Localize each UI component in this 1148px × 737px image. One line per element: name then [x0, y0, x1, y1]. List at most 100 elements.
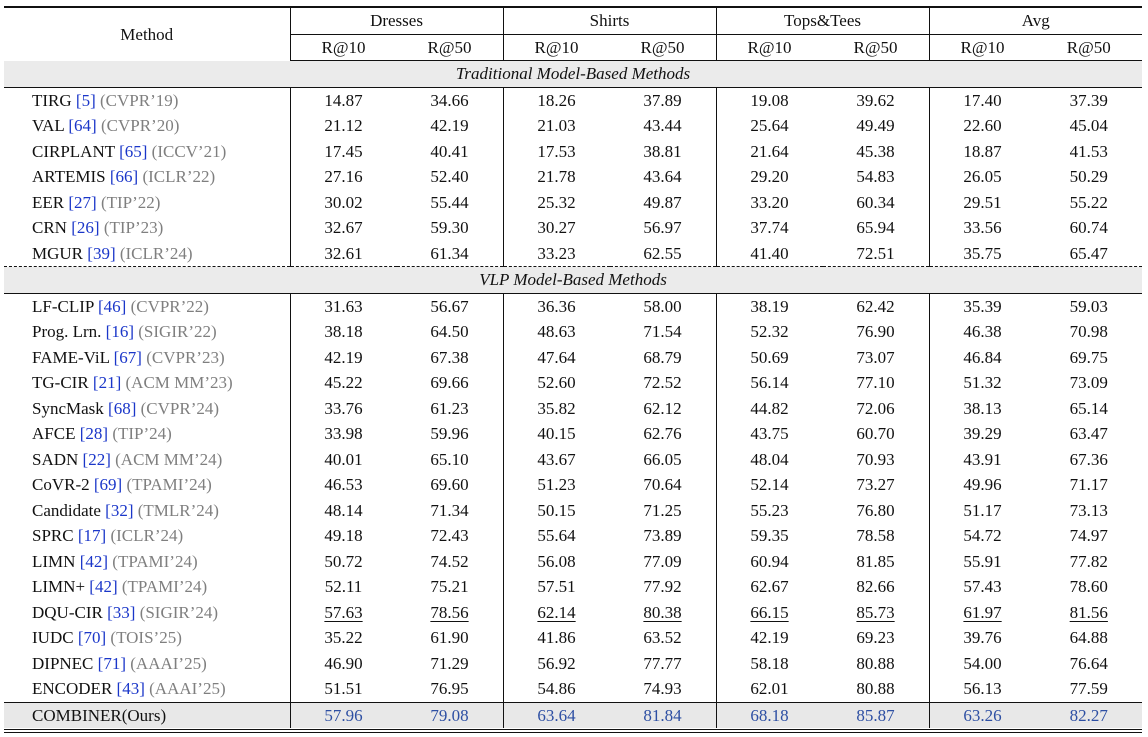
value-cell: 56.13	[928, 676, 1036, 702]
citation-link[interactable]: 43	[122, 679, 139, 698]
citation-link[interactable]: 28	[85, 424, 102, 443]
citation-link[interactable]: 22	[88, 450, 105, 469]
citation-close-bracket: ]	[127, 500, 134, 520]
value-cell: 17.45	[289, 138, 397, 164]
citation-link[interactable]: 42	[85, 552, 102, 571]
citation-link[interactable]: 32	[111, 501, 128, 520]
value-cell: 65.14	[1069, 398, 1108, 418]
value-cell: 51.32	[928, 370, 1036, 396]
value-cell: 35.39	[928, 293, 1036, 319]
value-cell: 71.29	[430, 653, 469, 673]
citation-link[interactable]: 66	[116, 167, 133, 186]
value-cell: 40.41	[430, 141, 469, 161]
citation-link[interactable]: 16	[111, 322, 128, 341]
value-cell: 73.89	[643, 526, 682, 545]
citation-open-bracket: [	[114, 141, 125, 161]
table-row: TIRG [5] (CVPR’19) 14.87 34.66 18.26 37.89 19…	[4, 87, 1142, 113]
table-row: EER [27] (TIP’22) 30.02 55.44 25.32 49.87 33.…	[4, 189, 1142, 215]
value-cell: 51.17	[928, 497, 1036, 523]
venue-label: (SIGIR’24)	[139, 602, 219, 622]
value-cell: 64.50	[430, 322, 469, 341]
value-cell: 52.40	[430, 167, 469, 186]
value-cell: 56.97	[643, 218, 682, 237]
value-cell: 30.27	[502, 215, 610, 241]
value-cell: 46.84	[928, 344, 1036, 370]
method-name: IUDC	[32, 628, 74, 647]
value-cell: 52.11	[289, 574, 397, 600]
citation-link[interactable]: 67	[119, 348, 136, 367]
value-cell: 59.03	[1069, 296, 1108, 316]
value-cell: 65.10	[430, 449, 469, 469]
table-row: CoVR-2 [69] (TPAMI’24) 46.53 69.60 51.23 70.…	[4, 472, 1142, 498]
method-name: FAME-ViL	[32, 347, 110, 367]
method-cell: MGUR [39] (ICLR’24)	[4, 241, 290, 267]
citation-link[interactable]: 46	[104, 297, 121, 316]
value-cell: 31.63	[289, 293, 397, 319]
table-row: ENCODER [43] (AAAI’25) 51.51 76.95 54.86 74.…	[4, 676, 1142, 702]
method-name: CRN	[32, 218, 67, 237]
citation-link[interactable]: 69	[100, 475, 117, 494]
citation-open-bracket: [	[89, 475, 100, 494]
citation-open-bracket: [	[112, 679, 123, 698]
value-cell: 48.63	[502, 319, 610, 345]
citation-open-bracket: [	[93, 296, 104, 316]
value-cell: 41.86	[502, 625, 610, 651]
citation-open-bracket: [	[100, 500, 111, 520]
citation-link[interactable]: 33	[113, 603, 130, 622]
value-cell: 62.67	[715, 574, 823, 600]
table-row: CIRPLANT [65] (ICCV’21) 17.45 40.41 17.53 38…	[4, 138, 1142, 164]
value-cell: 46.53	[289, 472, 397, 498]
table-row: DIPNEC [71] (AAAI’25) 46.90 71.29 56.92 77.7…	[4, 650, 1142, 676]
value-cell: 22.60	[928, 113, 1036, 139]
method-name: AFCE	[32, 424, 76, 443]
value-cell: 54.72	[928, 523, 1036, 549]
value-cell: 38.18	[289, 319, 397, 345]
citation-open-bracket: [	[93, 653, 104, 673]
value-cell: 77.59	[1069, 679, 1108, 698]
citation-open-bracket: [	[83, 243, 93, 263]
venue-label: (ICCV’21)	[151, 141, 227, 161]
value-cell: 58.00	[643, 296, 682, 316]
value-cell: 77.82	[1069, 551, 1108, 571]
table-row: LIMN+ [42] (TPAMI’24) 52.11 75.21 57.51 77.9…	[4, 574, 1142, 600]
metric-header: R@10	[289, 34, 397, 61]
value-cell: 35.82	[502, 395, 610, 421]
value-cell: 70.93	[856, 449, 895, 469]
citation-open-bracket: [	[103, 398, 114, 418]
citation-link[interactable]: 70	[83, 628, 100, 647]
value-cell: 33.98	[289, 421, 397, 447]
citation-link[interactable]: 27	[74, 193, 91, 212]
value-cell: 80.88	[856, 653, 895, 673]
citation-link[interactable]: 39	[93, 244, 110, 263]
citation-link[interactable]: 21	[99, 373, 116, 392]
value-cell: 39.29	[928, 421, 1036, 447]
value-cell: 61.90	[430, 628, 469, 647]
citation-close-bracket: ]	[128, 322, 135, 341]
method-name: TG-CIR	[32, 373, 89, 392]
value-cell: 19.08	[715, 87, 823, 113]
value-cell: 45.38	[856, 141, 895, 161]
citation-link[interactable]: 64	[74, 116, 91, 135]
citation-link[interactable]: 17	[84, 526, 101, 545]
citation-open-bracket: [	[73, 526, 84, 545]
table-row: Candidate [32] (TMLR’24) 48.14 71.34 50.15 7…	[4, 497, 1142, 523]
value-cell: 61.34	[430, 243, 469, 263]
value-cell: 58.18	[715, 650, 823, 676]
value-cell: 59.35	[715, 523, 823, 549]
citation-link[interactable]: 5	[82, 91, 91, 110]
citation-close-bracket: ]	[109, 243, 116, 263]
citation-link[interactable]: 71	[103, 654, 120, 673]
citation-link[interactable]: 26	[77, 218, 94, 237]
citation-link[interactable]: 42	[95, 577, 112, 596]
value-cell: 39.62	[856, 90, 895, 110]
value-cell: 85.73	[856, 602, 895, 622]
value-cell: 56.08	[502, 548, 610, 574]
venue-label: (ICLR’24)	[110, 526, 184, 545]
ours-value-cell: 63.26	[928, 701, 1036, 728]
value-cell: 68.79	[643, 347, 682, 367]
citation-link[interactable]: 65	[125, 142, 142, 161]
citation-link[interactable]: 68	[114, 399, 131, 418]
value-cell: 74.93	[643, 679, 682, 698]
value-cell: 32.61	[289, 240, 397, 267]
value-cell: 81.85	[856, 551, 895, 571]
